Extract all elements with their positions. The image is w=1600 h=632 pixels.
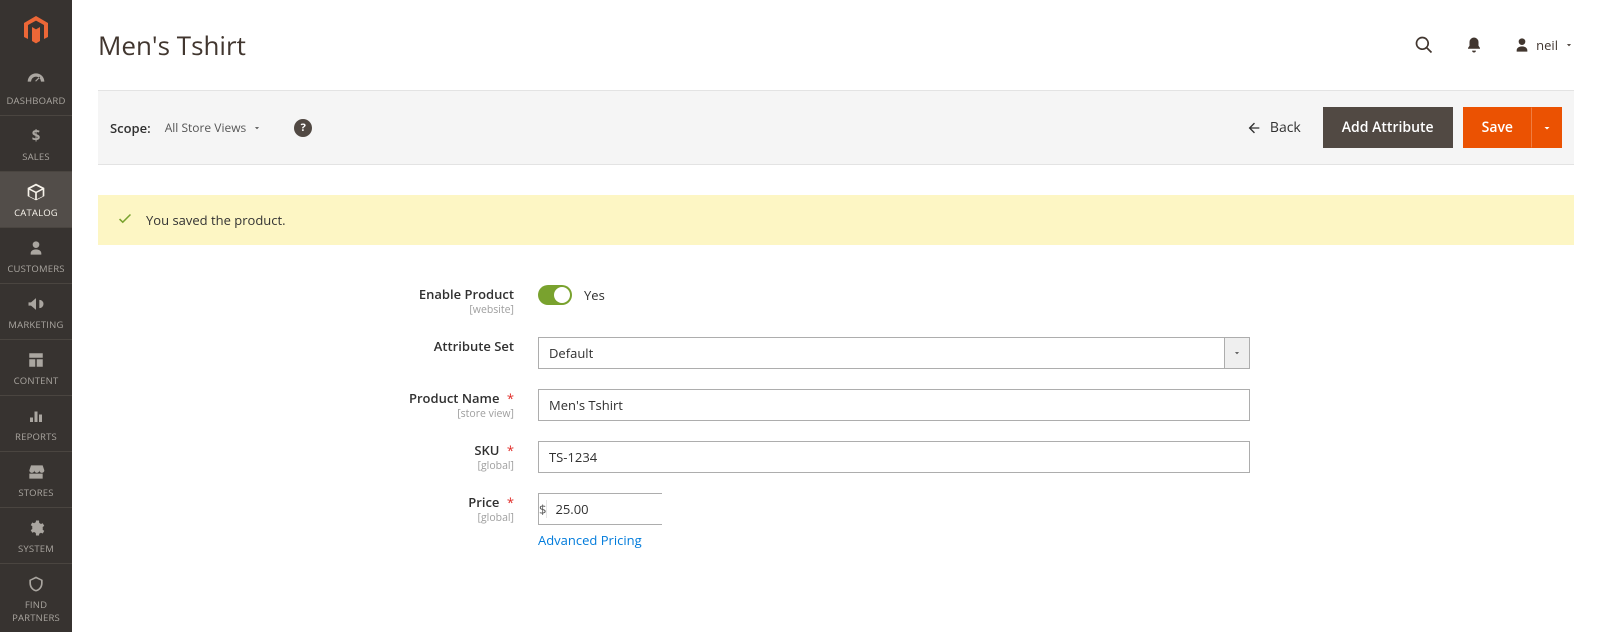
sidebar-item-dashboard[interactable]: DASHBOARD bbox=[0, 60, 72, 115]
admin-sidebar: DASHBOARD $ SALES CATALOG CUSTOMERS MARK… bbox=[0, 0, 72, 632]
storefront-icon bbox=[26, 462, 46, 482]
price-label: Price bbox=[468, 493, 499, 511]
sidebar-item-label: CATALOG bbox=[14, 206, 58, 219]
chevron-down-icon bbox=[252, 123, 262, 133]
check-icon bbox=[116, 209, 134, 231]
handshake-icon bbox=[26, 574, 46, 594]
layout-icon bbox=[26, 350, 46, 370]
field-price: Price * [global] $ Advanced Pricing bbox=[98, 483, 1574, 559]
product-form: Enable Product [website] Yes Attribute S… bbox=[98, 275, 1574, 559]
sidebar-item-label: FIND PARTNERS bbox=[4, 598, 68, 624]
page-header: Men's Tshirt neil bbox=[98, 0, 1574, 90]
bars-icon bbox=[26, 406, 46, 426]
bell-icon[interactable] bbox=[1464, 35, 1484, 55]
field-sku: SKU * [global] bbox=[98, 431, 1574, 483]
sidebar-item-label: STORES bbox=[18, 486, 53, 499]
save-button[interactable]: Save bbox=[1463, 107, 1532, 148]
required-indicator: * bbox=[507, 441, 514, 459]
scope-selector: Scope: All Store Views ? bbox=[110, 119, 312, 137]
dashboard-icon bbox=[26, 70, 46, 90]
price-input[interactable] bbox=[547, 494, 727, 524]
enable-product-hint: [website] bbox=[98, 303, 514, 317]
enable-product-value: Yes bbox=[584, 286, 605, 304]
sku-input[interactable] bbox=[538, 441, 1250, 473]
sidebar-item-reports[interactable]: REPORTS bbox=[0, 395, 72, 451]
chevron-down-icon bbox=[1564, 40, 1574, 50]
person-icon bbox=[26, 238, 46, 258]
gear-icon bbox=[26, 518, 46, 538]
currency-symbol: $ bbox=[539, 500, 547, 518]
search-icon[interactable] bbox=[1414, 35, 1434, 55]
attribute-set-dropdown-toggle[interactable] bbox=[1224, 337, 1250, 369]
attribute-set-select[interactable] bbox=[538, 337, 1224, 369]
sidebar-item-label: MARKETING bbox=[8, 318, 63, 331]
chevron-down-icon bbox=[1541, 122, 1553, 134]
sidebar-item-label: REPORTS bbox=[15, 430, 57, 443]
box-icon bbox=[26, 182, 46, 202]
price-input-wrap: $ bbox=[538, 493, 662, 525]
save-dropdown-toggle[interactable] bbox=[1532, 107, 1562, 148]
sku-hint: [global] bbox=[98, 459, 514, 473]
dollar-icon: $ bbox=[26, 126, 46, 146]
chevron-down-icon bbox=[1232, 348, 1242, 358]
required-indicator: * bbox=[507, 389, 514, 407]
field-enable-product: Enable Product [website] Yes bbox=[98, 275, 1574, 327]
field-attribute-set: Attribute Set bbox=[98, 327, 1574, 379]
magento-logo-icon bbox=[20, 14, 52, 46]
arrow-left-icon bbox=[1246, 120, 1262, 136]
required-indicator: * bbox=[507, 493, 514, 511]
field-product-name: Product Name * [store view] bbox=[98, 379, 1574, 431]
sidebar-item-content[interactable]: CONTENT bbox=[0, 339, 72, 395]
advanced-pricing-link[interactable]: Advanced Pricing bbox=[538, 531, 642, 549]
page-title: Men's Tshirt bbox=[98, 27, 246, 63]
main-content: Men's Tshirt neil Scope: All Stor bbox=[72, 0, 1600, 632]
action-bar: Scope: All Store Views ? Back Add Attrib… bbox=[98, 90, 1574, 165]
user-name: neil bbox=[1536, 36, 1558, 54]
attribute-set-label: Attribute Set bbox=[434, 337, 514, 355]
sidebar-item-customers[interactable]: CUSTOMERS bbox=[0, 227, 72, 283]
help-icon[interactable]: ? bbox=[294, 119, 312, 137]
sidebar-item-label: SALES bbox=[22, 150, 50, 163]
sidebar-item-partners[interactable]: FIND PARTNERS bbox=[0, 563, 72, 632]
sidebar-item-label: SYSTEM bbox=[18, 542, 54, 555]
user-menu[interactable]: neil bbox=[1514, 36, 1574, 54]
sidebar-item-system[interactable]: SYSTEM bbox=[0, 507, 72, 563]
sidebar-item-label: CONTENT bbox=[14, 374, 59, 387]
sidebar-item-catalog[interactable]: CATALOG bbox=[0, 171, 72, 227]
success-text: You saved the product. bbox=[146, 211, 286, 229]
sidebar-item-label: CUSTOMERS bbox=[7, 262, 64, 275]
sidebar-item-label: DASHBOARD bbox=[6, 94, 65, 107]
header-actions: neil bbox=[1414, 35, 1574, 55]
enable-product-label: Enable Product bbox=[419, 285, 514, 303]
scope-label: Scope: bbox=[110, 119, 151, 137]
add-attribute-button[interactable]: Add Attribute bbox=[1323, 107, 1453, 148]
save-button-group: Save bbox=[1463, 107, 1562, 148]
product-name-input[interactable] bbox=[538, 389, 1250, 421]
sidebar-item-marketing[interactable]: MARKETING bbox=[0, 283, 72, 339]
page-actions: Back Add Attribute Save bbox=[1246, 107, 1562, 148]
sidebar-item-stores[interactable]: STORES bbox=[0, 451, 72, 507]
back-button[interactable]: Back bbox=[1246, 118, 1301, 137]
product-name-label: Product Name bbox=[409, 389, 499, 407]
product-name-hint: [store view] bbox=[98, 407, 514, 421]
price-hint: [global] bbox=[98, 511, 514, 525]
sku-label: SKU bbox=[474, 441, 499, 459]
scope-value[interactable]: All Store Views bbox=[165, 119, 263, 136]
brand-logo[interactable] bbox=[0, 0, 72, 60]
user-icon bbox=[1514, 37, 1530, 53]
enable-product-toggle[interactable] bbox=[538, 285, 572, 305]
sidebar-item-sales[interactable]: $ SALES bbox=[0, 115, 72, 171]
svg-text:$: $ bbox=[32, 127, 41, 145]
success-message: You saved the product. bbox=[98, 195, 1574, 245]
megaphone-icon bbox=[26, 294, 46, 314]
